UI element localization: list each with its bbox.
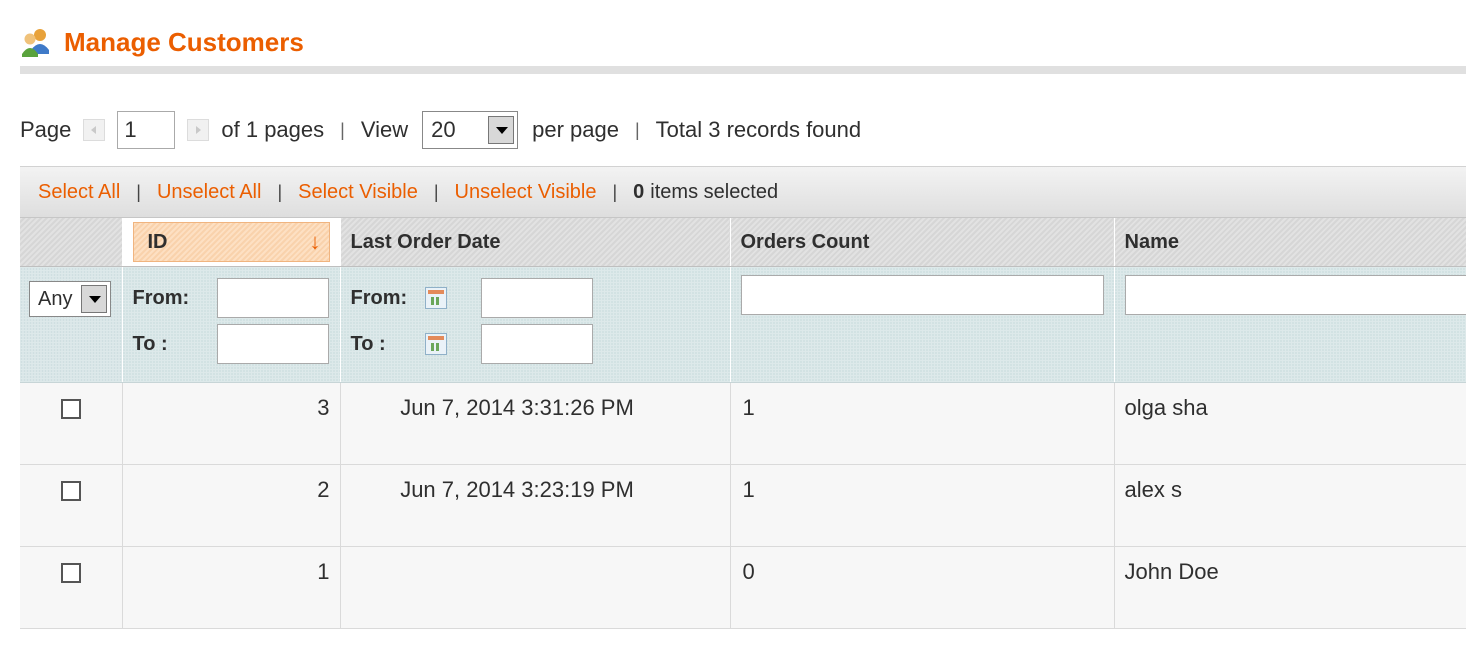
row-checkbox[interactable]: [60, 481, 81, 501]
chevron-down-icon[interactable]: [81, 285, 107, 313]
table-row: 3 Jun 7, 2014 3:31:26 PM 1 olga sha: [20, 382, 1466, 465]
page-header: Manage Customers: [20, 22, 1466, 62]
row-select-cell: [20, 382, 123, 465]
row-select-cell: [20, 464, 123, 547]
date-to-input[interactable]: [480, 324, 593, 364]
row-checkbox[interactable]: [60, 563, 81, 583]
id-from-row: From:: [133, 275, 330, 321]
per-page-value: 20: [431, 117, 456, 142]
calendar-icon[interactable]: [424, 287, 447, 309]
massaction-separator: |: [277, 181, 283, 202]
page-title: Manage Customers: [64, 26, 304, 57]
filter-id-cell: From: To :: [122, 266, 341, 383]
header-divider: [20, 66, 1466, 74]
column-header-last-order-date[interactable]: Last Order Date: [340, 218, 731, 267]
column-header-id[interactable]: ID ↓: [122, 218, 341, 267]
cell-orders-count: 1: [730, 382, 1115, 465]
filter-select-cell: Any: [20, 266, 123, 383]
from-label: From:: [132, 286, 190, 309]
chevron-down-icon[interactable]: [488, 116, 515, 144]
filter-orders-count-cell: [730, 266, 1115, 383]
date-to-row: To :: [351, 321, 720, 367]
pager-separator: |: [340, 119, 345, 140]
from-label: From:: [350, 286, 408, 309]
sort-desc-icon: ↓: [309, 229, 321, 254]
cell-id: 1: [122, 546, 341, 629]
date-from-row: From:: [351, 275, 720, 321]
unselect-all-link[interactable]: Unselect All: [157, 181, 262, 204]
select-all-link[interactable]: Select All: [38, 181, 120, 204]
column-header-select: [20, 218, 123, 267]
grid-filter-row: Any From: To : From: To :: [20, 266, 1466, 383]
id-to-input[interactable]: [216, 324, 329, 364]
selected-label: items selected: [650, 180, 779, 203]
name-filter-input[interactable]: [1124, 275, 1466, 315]
customers-grid: ID ↓ Last Order Date Orders Count Name A…: [20, 218, 1466, 629]
id-from-input[interactable]: [216, 278, 329, 318]
cell-orders-count: 1: [730, 464, 1115, 547]
orders-count-filter-input[interactable]: [740, 275, 1104, 315]
cell-last-order-date: Jun 7, 2014 3:31:26 PM: [340, 382, 731, 465]
column-header-name[interactable]: Name: [1114, 218, 1466, 267]
calendar-icon[interactable]: [424, 333, 447, 355]
per-page-select[interactable]: 20: [422, 111, 519, 149]
pager-separator: |: [634, 119, 640, 140]
filter-date-cell: From: To :: [340, 266, 731, 383]
next-page-icon[interactable]: [187, 119, 210, 141]
cell-last-order-date: Jun 7, 2014 3:23:19 PM: [340, 464, 731, 547]
page-number-input[interactable]: [117, 111, 176, 149]
massaction-separator: |: [433, 181, 439, 202]
table-row: 1 0 John Doe: [20, 546, 1466, 629]
select-visible-link[interactable]: Select Visible: [298, 181, 418, 204]
cell-name: olga sha: [1114, 382, 1466, 465]
massaction-filter-select[interactable]: Any: [29, 281, 111, 317]
date-from-input[interactable]: [480, 278, 593, 318]
selected-count: 0: [633, 180, 645, 203]
pager: Page of 1 pages | View 20 per page | Tot…: [20, 108, 861, 152]
massaction-separator: |: [612, 181, 618, 202]
row-checkbox[interactable]: [60, 399, 81, 419]
per-page-label: per page: [532, 117, 619, 142]
row-select-cell: [20, 546, 123, 629]
sorted-header[interactable]: ID ↓: [132, 222, 330, 262]
cell-orders-count: 0: [730, 546, 1115, 629]
column-header-label: ID: [147, 230, 168, 253]
of-pages-label: of 1 pages: [221, 117, 325, 142]
grid-headings: ID ↓ Last Order Date Orders Count Name: [20, 218, 1466, 267]
any-value: Any: [38, 287, 73, 310]
id-to-row: To :: [133, 321, 330, 367]
total-records: Total 3 records found: [655, 117, 862, 142]
cell-last-order-date: [340, 546, 731, 629]
massaction-separator: |: [136, 181, 141, 202]
cell-name: John Doe: [1114, 546, 1466, 629]
page-label: Page: [20, 117, 72, 142]
to-label: To :: [132, 332, 168, 355]
cell-id: 3: [122, 382, 341, 465]
to-label: To :: [350, 332, 386, 355]
customers-icon: [22, 29, 49, 57]
filter-name-cell: [1114, 266, 1466, 383]
table-row: 2 Jun 7, 2014 3:23:19 PM 1 alex s: [20, 464, 1466, 547]
cell-name: alex s: [1114, 464, 1466, 547]
unselect-visible-link[interactable]: Unselect Visible: [455, 181, 597, 204]
previous-page-icon[interactable]: [83, 119, 106, 141]
cell-id: 2: [122, 464, 341, 547]
column-header-orders-count[interactable]: Orders Count: [730, 218, 1115, 267]
massaction-bar: Select All | Unselect All | Select Visib…: [20, 166, 1466, 218]
view-label: View: [360, 117, 409, 142]
